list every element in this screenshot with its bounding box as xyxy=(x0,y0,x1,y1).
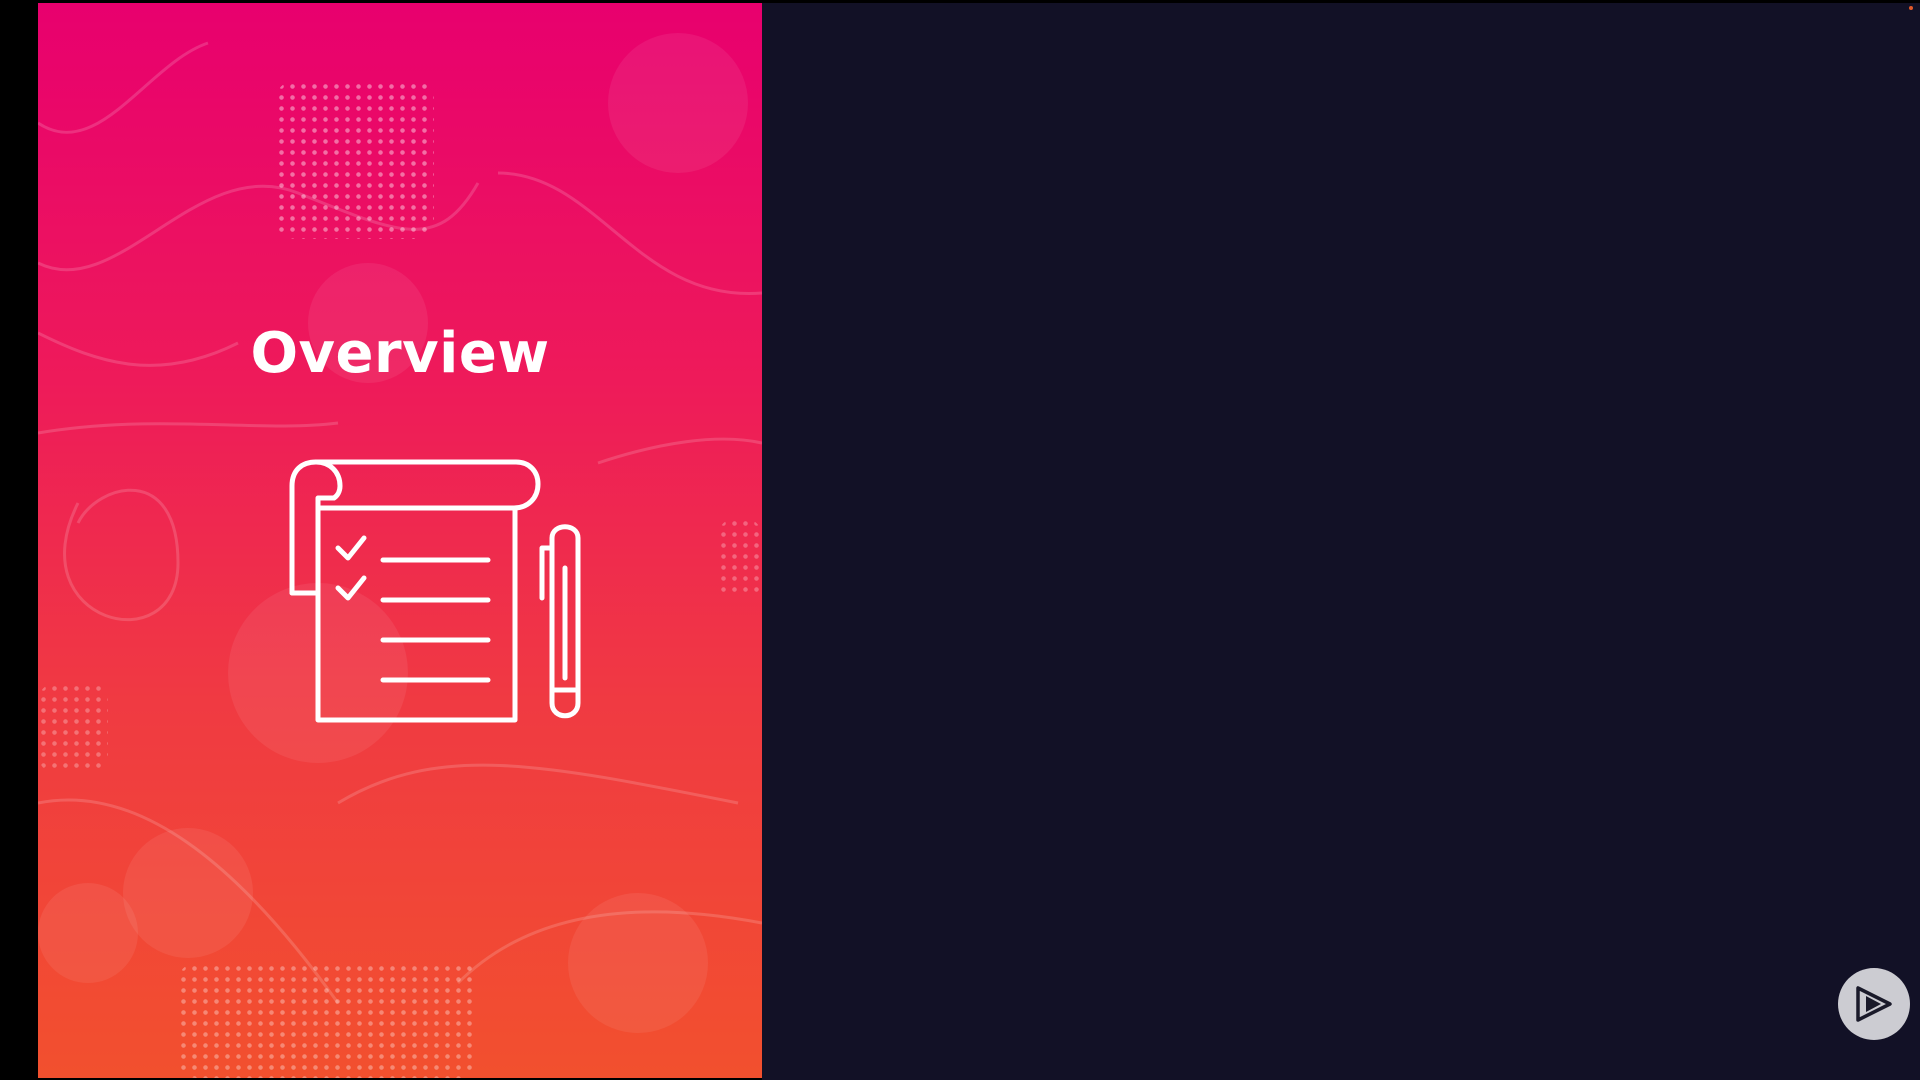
checklist-notepad-pen-icon xyxy=(289,459,581,723)
dot-pattern xyxy=(38,683,108,773)
play-button[interactable] xyxy=(1838,968,1910,1040)
slide-title-panel: Overview xyxy=(38,3,762,1078)
letterbox-bar xyxy=(0,0,38,1080)
play-logo-icon xyxy=(1856,986,1892,1022)
slide-title: Overview xyxy=(250,321,550,386)
content-area xyxy=(762,3,1920,1080)
status-indicator xyxy=(1909,6,1913,10)
video-player-frame: Overview xyxy=(0,0,1920,1080)
dot-pattern xyxy=(276,81,434,239)
dot-pattern xyxy=(178,963,478,1078)
dot-pattern xyxy=(718,518,762,598)
